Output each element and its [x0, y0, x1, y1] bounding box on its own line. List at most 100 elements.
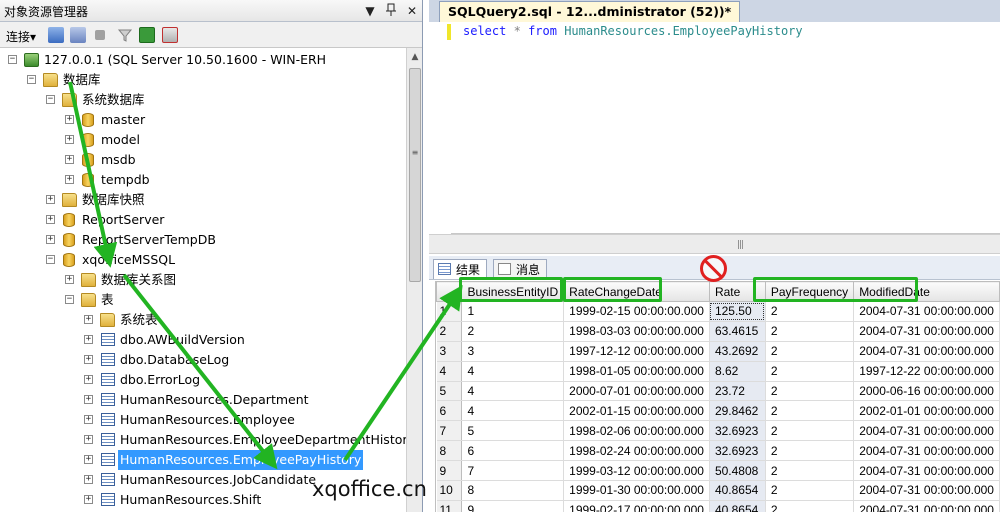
grid-cell[interactable]: 2004-07-31 00:00:00.000: [853, 420, 1000, 442]
collapse-icon[interactable]: −: [46, 255, 55, 264]
expand-icon[interactable]: +: [46, 195, 55, 204]
grid-cell[interactable]: 40.8654: [709, 500, 766, 512]
grid-cell[interactable]: 6: [461, 440, 565, 462]
collapse-icon[interactable]: −: [8, 55, 17, 64]
table-row[interactable]: 10 8 1999-01-30 00:00:00.000 40.8654 2 2004-0…: [436, 480, 1000, 501]
table-row[interactable]: 1 1 1999-02-15 00:00:00.000 125.50 2 2004-07-…: [436, 301, 1000, 322]
row-number-cell[interactable]: 9: [436, 460, 463, 482]
grid-cell[interactable]: 4: [461, 400, 565, 422]
expand-icon[interactable]: +: [65, 175, 74, 184]
grid-cell[interactable]: 2: [765, 341, 855, 362]
grid-cell[interactable]: 1998-01-05 00:00:00.000: [563, 361, 710, 382]
row-number-cell[interactable]: 11: [436, 500, 463, 512]
collapse-icon[interactable]: −: [46, 95, 55, 104]
grid-cell[interactable]: 1998-03-03 00:00:00.000: [563, 321, 710, 342]
sql-editor[interactable]: select * from HumanResources.EmployeePay…: [429, 22, 1000, 234]
grid-cell[interactable]: 7: [461, 460, 565, 482]
tab-messages[interactable]: 消息: [493, 259, 548, 279]
expand-icon[interactable]: +: [84, 355, 93, 364]
table-row[interactable]: 3 3 1997-12-12 00:00:00.000 43.2692 2 2004-07…: [436, 341, 1000, 362]
grid-cell[interactable]: 2002-01-01 00:00:00.000: [853, 400, 1000, 422]
results-grid[interactable]: BusinessEntityID RateChangeDate Rate Pay…: [435, 281, 1000, 512]
expand-icon[interactable]: +: [65, 115, 74, 124]
grid-cell[interactable]: 1997-12-22 00:00:00.000: [853, 361, 1000, 382]
grid-cell[interactable]: 1998-02-06 00:00:00.000: [563, 420, 710, 442]
grid-cell[interactable]: 32.6923: [709, 420, 766, 442]
object-explorer-scrollbar[interactable]: ▲ ≡: [406, 48, 422, 512]
collapse-icon[interactable]: −: [27, 75, 36, 84]
expand-icon[interactable]: +: [84, 475, 93, 484]
table-row[interactable]: 9 7 1999-03-12 00:00:00.000 50.4808 2 2004-07…: [436, 460, 1000, 482]
table-row[interactable]: 4 4 1998-01-05 00:00:00.000 8.62 2 1997-12-22…: [436, 361, 1000, 382]
table-row[interactable]: 6 4 2002-01-15 00:00:00.000 29.8462 2 2002-01…: [436, 400, 1000, 422]
grid-cell[interactable]: 2004-07-31 00:00:00.000: [853, 460, 1000, 482]
row-number-cell[interactable]: 1: [436, 301, 463, 322]
grid-cell[interactable]: 29.8462: [709, 400, 766, 422]
grid-cell[interactable]: 4: [461, 361, 565, 382]
grid-cell[interactable]: 1999-03-12 00:00:00.000: [563, 460, 710, 482]
table-row[interactable]: 11 9 1999-02-17 00:00:00.000 40.8654 2 2004-0…: [436, 500, 1000, 512]
grid-cell[interactable]: 3: [461, 341, 565, 362]
expand-icon[interactable]: +: [65, 135, 74, 144]
close-icon[interactable]: ✕: [404, 3, 420, 19]
grid-cell[interactable]: 2000-06-16 00:00:00.000: [853, 381, 1000, 402]
splitter-bar[interactable]: |||: [429, 234, 1000, 254]
expand-icon[interactable]: +: [84, 415, 93, 424]
grid-cell[interactable]: 2: [765, 301, 855, 322]
expand-icon[interactable]: +: [84, 395, 93, 404]
expand-icon[interactable]: +: [65, 155, 74, 164]
pin-icon[interactable]: [383, 3, 399, 19]
connect-button[interactable]: 连接▾: [6, 28, 36, 45]
grid-cell[interactable]: 2004-07-31 00:00:00.000: [853, 341, 1000, 362]
grid-cell[interactable]: 1999-01-30 00:00:00.000: [563, 480, 710, 501]
table-row[interactable]: 5 4 2000-07-01 00:00:00.000 23.72 2 2000-06-1…: [436, 381, 1000, 402]
grid-cell[interactable]: 2004-07-31 00:00:00.000: [853, 480, 1000, 501]
table-row[interactable]: 7 5 1998-02-06 00:00:00.000 32.6923 2 2004-07…: [436, 420, 1000, 442]
scroll-up-icon[interactable]: ▲: [410, 52, 420, 64]
grid-cell[interactable]: 2: [765, 381, 855, 402]
grid-cell[interactable]: 63.4615: [709, 321, 766, 342]
activity-monitor-icon[interactable]: [162, 27, 178, 43]
table-row[interactable]: 2 2 1998-03-03 00:00:00.000 63.4615 2 2004-07…: [436, 321, 1000, 342]
window-position-icon[interactable]: ▼: [362, 3, 378, 19]
scrollbar-thumb[interactable]: [409, 68, 421, 282]
grid-cell[interactable]: 2: [461, 321, 565, 342]
expand-icon[interactable]: +: [84, 375, 93, 384]
grid-cell[interactable]: 23.72: [709, 381, 766, 402]
grid-cell[interactable]: 5: [461, 420, 565, 442]
row-number-cell[interactable]: 8: [436, 440, 463, 462]
row-number-cell[interactable]: 7: [436, 420, 463, 442]
row-number-cell[interactable]: 10: [436, 480, 463, 501]
grid-cell[interactable]: 50.4808: [709, 460, 766, 482]
expand-icon[interactable]: +: [84, 455, 93, 464]
expand-icon[interactable]: +: [46, 235, 55, 244]
collapse-icon[interactable]: −: [65, 295, 74, 304]
grid-cell[interactable]: 2004-07-31 00:00:00.000: [853, 301, 1000, 322]
grid-cell[interactable]: 2: [765, 420, 855, 442]
grid-cell[interactable]: 2004-07-31 00:00:00.000: [853, 440, 1000, 462]
grid-cell[interactable]: 8: [461, 480, 565, 501]
grid-cell[interactable]: 2002-01-15 00:00:00.000: [563, 400, 710, 422]
grid-cell[interactable]: 4: [461, 381, 565, 402]
row-number-cell[interactable]: 5: [436, 381, 463, 402]
grid-cell[interactable]: 9: [461, 500, 565, 512]
grid-cell[interactable]: 43.2692: [709, 341, 766, 362]
grid-cell[interactable]: 2: [765, 321, 855, 342]
expand-icon[interactable]: +: [84, 335, 93, 344]
refresh-icon[interactable]: [139, 27, 155, 43]
row-number-cell[interactable]: 4: [436, 361, 463, 382]
query-tab[interactable]: SQLQuery2.sql - 12...dministrator (52))*: [439, 1, 741, 22]
grid-cell[interactable]: 2004-07-31 00:00:00.000: [853, 321, 1000, 342]
row-number-cell[interactable]: 3: [436, 341, 463, 362]
connect-engine-icon[interactable]: [48, 27, 64, 43]
grid-cell[interactable]: 32.6923: [709, 440, 766, 462]
expand-icon[interactable]: +: [84, 315, 93, 324]
grid-cell[interactable]: 2: [765, 361, 855, 382]
grid-cell[interactable]: 1997-12-12 00:00:00.000: [563, 341, 710, 362]
grid-cell[interactable]: 40.8654: [709, 480, 766, 501]
expand-icon[interactable]: +: [46, 215, 55, 224]
stop-icon[interactable]: [95, 30, 105, 40]
table-row[interactable]: 8 6 1998-02-24 00:00:00.000 32.6923 2 2004-07…: [436, 440, 1000, 462]
grid-cell[interactable]: 2000-07-01 00:00:00.000: [563, 381, 710, 402]
grid-cell[interactable]: 1999-02-17 00:00:00.000: [563, 500, 710, 512]
